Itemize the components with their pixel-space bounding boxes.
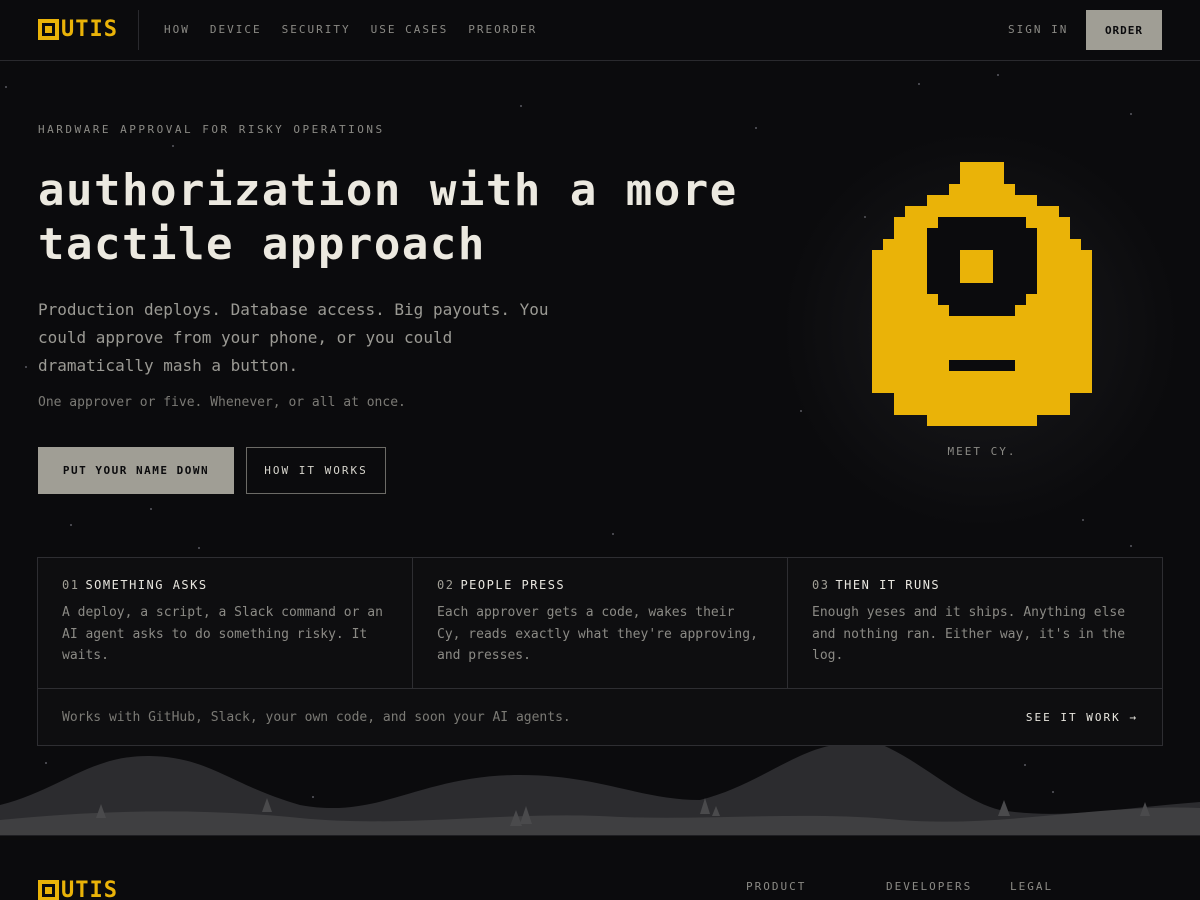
hero-title: authorization with a more tactile approa…: [38, 164, 798, 272]
logo-text: UTIS: [61, 877, 118, 900]
logo-text: UTIS: [61, 16, 118, 42]
step-heading: 01 SOMETHING ASKS: [62, 578, 388, 592]
logo-icon: [38, 18, 59, 40]
step-heading: 03 THEN IT RUNS: [812, 578, 1138, 592]
site-footer: UTIS PRODUCT DEVELOPERS LEGAL: [0, 835, 1200, 900]
nav-link-use-cases[interactable]: USE CASES: [371, 23, 449, 36]
hero-eyebrow: HARDWARE APPROVAL FOR RISKY OPERATIONS: [38, 123, 385, 136]
step-body: A deploy, a script, a Slack command or a…: [62, 605, 383, 663]
footer-heading-developers: DEVELOPERS: [886, 880, 973, 893]
nav-links: HOW DEVICE SECURITY USE CASES PREORDER: [164, 23, 557, 36]
hero-title-line-1: authorization with a more: [38, 165, 738, 216]
footer-logo[interactable]: UTIS: [38, 877, 118, 900]
hero-title-line-2: tactile approach: [38, 219, 486, 270]
step-body: Enough yeses and it ships. Anything else…: [812, 605, 1126, 663]
logo-icon: [38, 879, 59, 900]
footer-heading-product: PRODUCT: [746, 880, 807, 893]
step-card: 03 THEN IT RUNS Enough yeses and it ships…: [788, 558, 1163, 688]
order-button[interactable]: ORDER: [1086, 10, 1162, 50]
step-card: 01 SOMETHING ASKS A deploy, a script, a S…: [38, 558, 413, 688]
step-title: SOMETHING ASKS: [85, 578, 208, 592]
nav-divider: [138, 10, 139, 50]
step-body: Each approver gets a code, wakes their C…: [437, 605, 758, 663]
cy-mascot-illustration: [872, 162, 1092, 426]
integrations-text: Works with GitHub, Slack, your own code,…: [62, 710, 571, 725]
step-title: PEOPLE PRESS: [460, 578, 566, 592]
step-title: THEN IT RUNS: [835, 578, 941, 592]
step-number: 01: [62, 578, 80, 592]
how-it-works-steps: 01 SOMETHING ASKS A deploy, a script, a S…: [37, 557, 1163, 746]
nav-link-security[interactable]: SECURITY: [282, 23, 351, 36]
see-it-work-link[interactable]: SEE IT WORK →: [1026, 711, 1138, 724]
logo[interactable]: UTIS: [38, 16, 118, 42]
step-number: 02: [437, 578, 455, 592]
step-number: 03: [812, 578, 830, 592]
footer-heading-legal: LEGAL: [1010, 880, 1054, 893]
nav-link-how[interactable]: HOW: [164, 23, 190, 36]
nav-link-device[interactable]: DEVICE: [210, 23, 262, 36]
how-it-works-button[interactable]: HOW IT WORKS: [246, 447, 386, 494]
hero-lead: Production deploys. Database access. Big…: [38, 300, 549, 375]
sign-in-link[interactable]: SIGN IN: [1008, 23, 1068, 36]
steps-footer: Works with GitHub, Slack, your own code,…: [38, 688, 1162, 745]
put-your-name-down-button[interactable]: PUT YOUR NAME DOWN: [38, 447, 234, 494]
step-card: 02 PEOPLE PRESS Each approver gets a code…: [413, 558, 788, 688]
mascot-caption: MEET CY.: [947, 445, 1017, 458]
top-navigation: UTIS HOW DEVICE SECURITY USE CASES PREOR…: [0, 0, 1200, 61]
step-heading: 02 PEOPLE PRESS: [437, 578, 763, 592]
nav-link-preorder[interactable]: PREORDER: [468, 23, 537, 36]
hero-note: One approver or five. Whenever, or all a…: [38, 395, 406, 410]
